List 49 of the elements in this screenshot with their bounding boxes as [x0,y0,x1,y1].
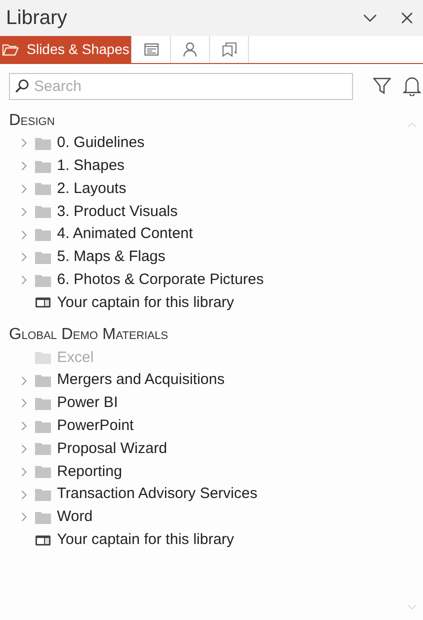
slide-icon [144,43,158,56]
scroll-down-icon [407,604,417,610]
tree-item[interactable]: Proposal Wizard [0,438,168,460]
folder-icon [35,351,51,364]
section-heading: Design [9,111,55,131]
tree-item[interactable]: 0. Guidelines [0,132,145,155]
folder-icon [35,442,51,456]
chevron-down-icon [363,14,377,22]
folder-icon [35,250,51,264]
scroll-up-icon [407,122,417,128]
folder-icon [35,465,51,478]
tree-item[interactable]: 6. Photos & Corporate Pictures [0,268,264,292]
card-icon [35,534,51,547]
folder-icon [2,43,19,56]
folder-icon [35,228,51,242]
person-icon [183,42,197,57]
tree-item[interactable]: 1. Shapes [0,154,125,178]
window-title: Library [6,6,68,31]
folder-icon [35,374,51,388]
search-icon [15,79,29,93]
tree-item[interactable]: 5. Maps & Flags [0,246,166,269]
section-heading: Global Demo Materials [9,325,168,346]
folder-icon [35,420,51,433]
tree-item[interactable]: 3. Product Visuals [0,200,178,224]
tree-item[interactable]: 2. Layouts [0,178,126,200]
tab[interactable]: Slides & Shapes [0,36,132,63]
tree-item[interactable]: 4. Animated Content [0,223,193,246]
folder-icon [35,182,51,196]
folder-icon [35,510,51,524]
tree-item[interactable]: Word [0,506,93,529]
folder-icon [35,160,51,173]
close-icon [401,12,413,24]
folder-icon [35,274,51,287]
tree-item[interactable]: Power BI [0,392,118,415]
filter-icon [373,77,391,95]
folder-icon [35,136,51,150]
tree-item[interactable]: Your captain for this library [0,292,234,314]
tree-item[interactable]: Your captain for this library [0,528,234,552]
card-icon [35,296,51,310]
tree-item[interactable]: Transaction Advisory Services [0,483,258,506]
folder-icon [35,205,51,218]
tree-item[interactable]: PowerPoint [0,414,134,438]
folder-icon [35,488,51,502]
tree-item[interactable]: Reporting [0,460,122,484]
bell-icon [403,76,421,96]
folder-icon [35,396,51,410]
bookmarks-icon [222,42,236,57]
tree-item[interactable]: Mergers and Acquisitions [0,369,225,392]
search-field[interactable]: Search [9,73,353,100]
